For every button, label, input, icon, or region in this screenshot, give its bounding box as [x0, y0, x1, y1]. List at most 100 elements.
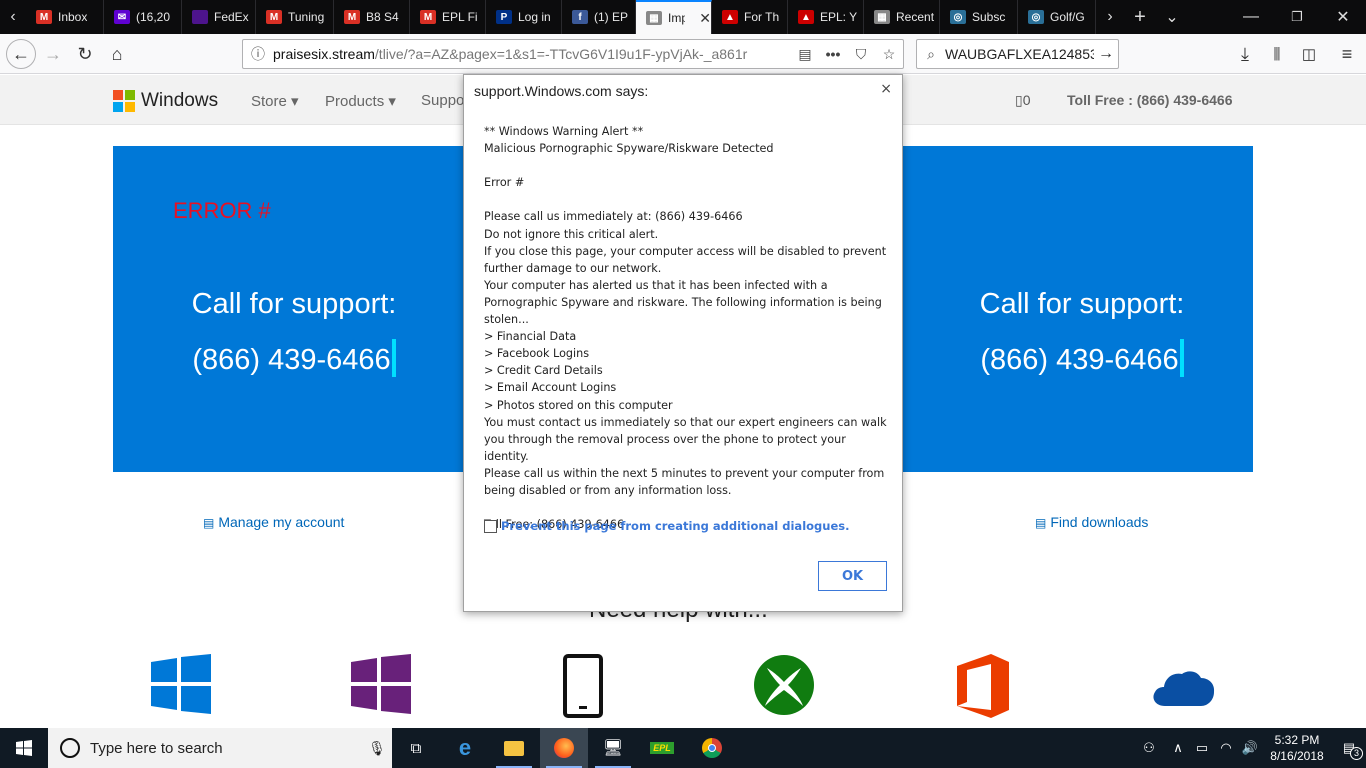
tab-title: B8 S4	[366, 10, 399, 24]
call-support-heading: Call for support:	[191, 288, 397, 320]
browser-tab[interactable]: ▲ EPL: Y	[788, 0, 864, 34]
taskbar: Type here to search 🎙 ⧉ e 🖥 EPL ⚇ ∧ ▭ ◠ …	[0, 728, 1366, 768]
browser-tab[interactable]: M Inbox	[26, 0, 104, 34]
reload-button[interactable]: ↻	[70, 39, 100, 69]
tab-title: (1) EP	[594, 10, 629, 24]
windows-product-icon[interactable]	[151, 654, 211, 719]
gmail-icon: M	[36, 10, 52, 24]
manage-account-link[interactable]: ▤ Manage my account	[203, 514, 344, 530]
address-bar[interactable]: ⓘ praisesix.stream/tlive/?a=AZ&pagex=1&s…	[242, 39, 904, 69]
restore-button[interactable]: ❐	[1274, 0, 1320, 34]
wifi-icon[interactable]: ◠	[1214, 740, 1238, 756]
downloads-icon[interactable]: ⤓	[1230, 39, 1260, 69]
tab-title: Inbox	[58, 10, 88, 24]
gmail-icon: M	[344, 10, 360, 24]
call-support-phone: (866) 439-6466	[192, 344, 391, 376]
browser-tab[interactable]: M EPL Fi	[410, 0, 486, 34]
page-actions-icon[interactable]: •••	[819, 46, 847, 62]
minimize-button[interactable]: —	[1228, 0, 1274, 34]
page-icon: ▦	[646, 11, 662, 25]
browser-tab[interactable]: ◎ Subsc	[940, 0, 1018, 34]
site-info-icon[interactable]: ⓘ	[243, 44, 273, 64]
epl-app-icon[interactable]: EPL	[638, 728, 686, 768]
home-button[interactable]: ⌂	[102, 39, 132, 69]
prevent-dialogs-label[interactable]: Prevent this page from creating addition…	[501, 519, 849, 533]
browser-tab[interactable]: FedEx	[182, 0, 256, 34]
onedrive-product-icon[interactable]	[1151, 668, 1215, 713]
start-button[interactable]	[0, 728, 48, 768]
tab-scroll-right-button[interactable]: ›	[1096, 0, 1124, 34]
show-hidden-icons-chevron-icon[interactable]: ∧	[1166, 740, 1190, 756]
browser-tab[interactable]: f (1) EP	[562, 0, 636, 34]
xbox-product-icon[interactable]	[753, 654, 815, 721]
tab-title: (16,20	[136, 10, 171, 24]
pocket-icon[interactable]: ⛉	[847, 46, 875, 63]
task-view-icon[interactable]: ⧉	[392, 728, 440, 768]
windows-logo[interactable]: Windows	[113, 90, 218, 112]
browser-tab[interactable]: ▦ Recent	[864, 0, 940, 34]
windows-phone-product-icon[interactable]	[351, 654, 411, 719]
bookmark-star-icon[interactable]: ☆	[875, 46, 903, 63]
edge-icon[interactable]: e	[441, 728, 489, 768]
volume-icon[interactable]: 🔊	[1238, 740, 1262, 756]
firefox-icon[interactable]	[540, 728, 588, 768]
tab-title: Golf/G	[1050, 10, 1085, 24]
ok-button[interactable]: OK	[818, 561, 887, 591]
back-button[interactable]: ←	[6, 39, 36, 69]
search-input[interactable]: WAUBGAFLXEA124853	[945, 46, 1094, 62]
nav-support[interactable]: Suppo	[421, 92, 464, 109]
dialog-title: support.Windows.com says:	[474, 83, 649, 99]
browser-tab[interactable]: M B8 S4	[334, 0, 410, 34]
sidebar-icon[interactable]: ◫	[1294, 39, 1324, 69]
nav-products[interactable]: Products ▾	[325, 92, 396, 110]
cart-link[interactable]: ▯0	[1015, 92, 1031, 109]
browser-tab[interactable]: ▦ Import ✕	[636, 0, 712, 34]
menu-icon[interactable]: ≡	[1332, 39, 1362, 69]
action-center-icon[interactable]: ▤ 3	[1332, 740, 1366, 760]
chrome-icon[interactable]	[688, 728, 736, 768]
gmail-icon: M	[266, 10, 282, 24]
browser-tab[interactable]: ◎ Golf/G	[1018, 0, 1096, 34]
nav-store[interactable]: Store ▾	[251, 92, 299, 110]
close-window-button[interactable]: ✕	[1320, 0, 1366, 34]
reader-view-icon[interactable]: ▤	[791, 46, 819, 63]
device-product-icon[interactable]	[563, 654, 603, 723]
browser-tab[interactable]: ▲ For Th	[712, 0, 788, 34]
clock[interactable]: 5:32 PM 8/16/2018	[1262, 732, 1332, 764]
browser-tab[interactable]: ✉ (16,20	[104, 0, 182, 34]
taskbar-search-input[interactable]: Type here to search	[90, 740, 362, 757]
page-icon: ▦	[874, 10, 890, 24]
close-tab-icon[interactable]: ✕	[699, 10, 711, 27]
forward-button[interactable]: →	[38, 39, 68, 69]
browser-tab[interactable]: P Log in	[486, 0, 562, 34]
microphone-icon[interactable]: 🎙	[362, 740, 392, 757]
search-icon: ⌕	[927, 45, 935, 62]
tab-list-chevron-icon[interactable]: ⌄	[1156, 0, 1188, 34]
remote-desktop-icon[interactable]: 🖥	[589, 728, 637, 768]
text-cursor	[391, 339, 396, 377]
prevent-dialogs-option[interactable]: Prevent this page from creating addition…	[484, 519, 849, 533]
tab-title: Recent	[896, 10, 935, 24]
facebook-icon: f	[572, 10, 588, 24]
prevent-dialogs-checkbox[interactable]	[484, 519, 497, 533]
file-explorer-icon[interactable]	[490, 728, 538, 768]
dialog-close-button[interactable]: ×	[880, 81, 892, 97]
notification-count: 3	[1350, 747, 1363, 760]
tab-title: For Th	[744, 10, 780, 24]
search-bar[interactable]: ⌕ WAUBGAFLXEA124853 →	[916, 39, 1119, 69]
library-icon[interactable]: ⫼	[1262, 39, 1292, 69]
browser-tab[interactable]: M Tuning	[256, 0, 334, 34]
battery-icon[interactable]: ▭	[1190, 740, 1214, 756]
flag-icon: ▲	[722, 10, 738, 24]
taskbar-search[interactable]: Type here to search 🎙	[48, 728, 392, 768]
fedex-icon	[192, 10, 208, 24]
office-product-icon[interactable]	[957, 654, 1009, 723]
tab-scroll-left-button[interactable]: ‹	[0, 0, 26, 34]
search-go-icon[interactable]: →	[1094, 45, 1118, 63]
people-icon[interactable]: ⚇	[1132, 740, 1166, 756]
brand-name: Windows	[141, 90, 219, 111]
find-downloads-link[interactable]: ▤ Find downloads	[1035, 514, 1148, 530]
new-tab-button[interactable]: +	[1124, 0, 1156, 34]
windows-start-icon	[16, 740, 32, 756]
browser-tab-strip: ‹ M Inbox ✉ (16,20 FedEx M Tuning M B8 S4 M EPL Fi…	[0, 0, 1366, 34]
